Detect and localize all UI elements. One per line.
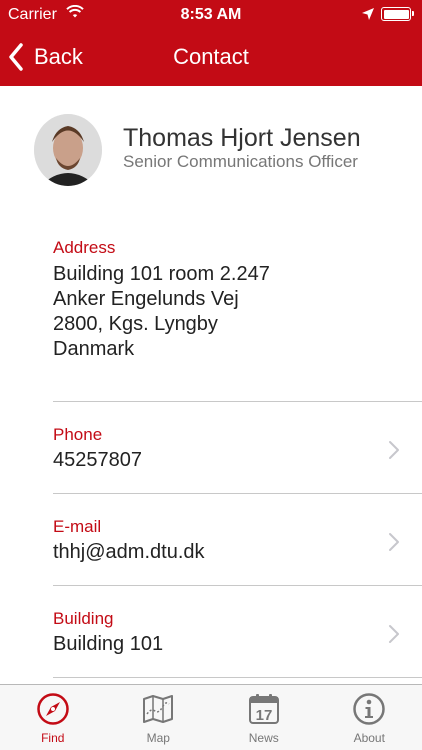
building-row[interactable]: Building Building 101 xyxy=(0,586,422,678)
phone-value: 45257807 xyxy=(53,449,142,471)
email-label: E-mail xyxy=(53,517,102,536)
building-label: Building xyxy=(53,609,114,628)
tab-map[interactable]: Map xyxy=(106,685,212,750)
address-line: Anker Engelunds Vej xyxy=(53,288,239,310)
avatar xyxy=(34,114,102,186)
address-line: Danmark xyxy=(53,338,135,360)
tab-bar: Find Map 17 News About xyxy=(0,684,422,750)
chevron-right-icon xyxy=(389,625,399,643)
divider xyxy=(53,677,422,678)
calendar-icon: 17 xyxy=(248,694,279,724)
tab-label: About xyxy=(353,731,385,745)
battery-icon xyxy=(381,7,414,21)
phone-row[interactable]: Phone 45257807 xyxy=(0,402,422,494)
email-row[interactable]: E-mail thhj@adm.dtu.dk xyxy=(0,494,422,586)
compass-icon xyxy=(37,693,69,725)
location-arrow-icon xyxy=(361,7,375,26)
phone-label: Phone xyxy=(53,425,103,444)
chevron-right-icon xyxy=(389,533,399,551)
address-section: Address Building 101 room 2.247 Anker En… xyxy=(53,237,393,362)
address-label: Address xyxy=(53,238,116,257)
address-line: 2800, Kgs. Lyngby xyxy=(53,313,218,335)
email-value: thhj@adm.dtu.dk xyxy=(53,541,205,563)
tab-label: Map xyxy=(146,731,170,745)
tab-find[interactable]: Find xyxy=(0,685,106,750)
contact-job-title: Senior Communications Officer xyxy=(123,152,358,171)
chevron-right-icon xyxy=(389,441,399,459)
address-line: Building 101 room 2.247 xyxy=(53,263,270,285)
map-icon xyxy=(143,695,174,723)
tab-news[interactable]: 17 News xyxy=(211,685,317,750)
calendar-day: 17 xyxy=(255,707,272,724)
navigation-bar: Carrier 8:53 AM Back Contact xyxy=(0,0,422,86)
tab-about[interactable]: About xyxy=(317,685,422,750)
contact-name: Thomas Hjort Jensen xyxy=(123,124,361,152)
page-title: Contact xyxy=(173,44,249,69)
status-bar: Carrier 8:53 AM xyxy=(0,0,422,30)
info-icon xyxy=(353,693,385,725)
tab-label: Find xyxy=(41,731,65,745)
building-value: Building 101 xyxy=(53,633,164,655)
clock-time: 8:53 AM xyxy=(180,6,242,23)
tab-label: News xyxy=(248,731,279,745)
